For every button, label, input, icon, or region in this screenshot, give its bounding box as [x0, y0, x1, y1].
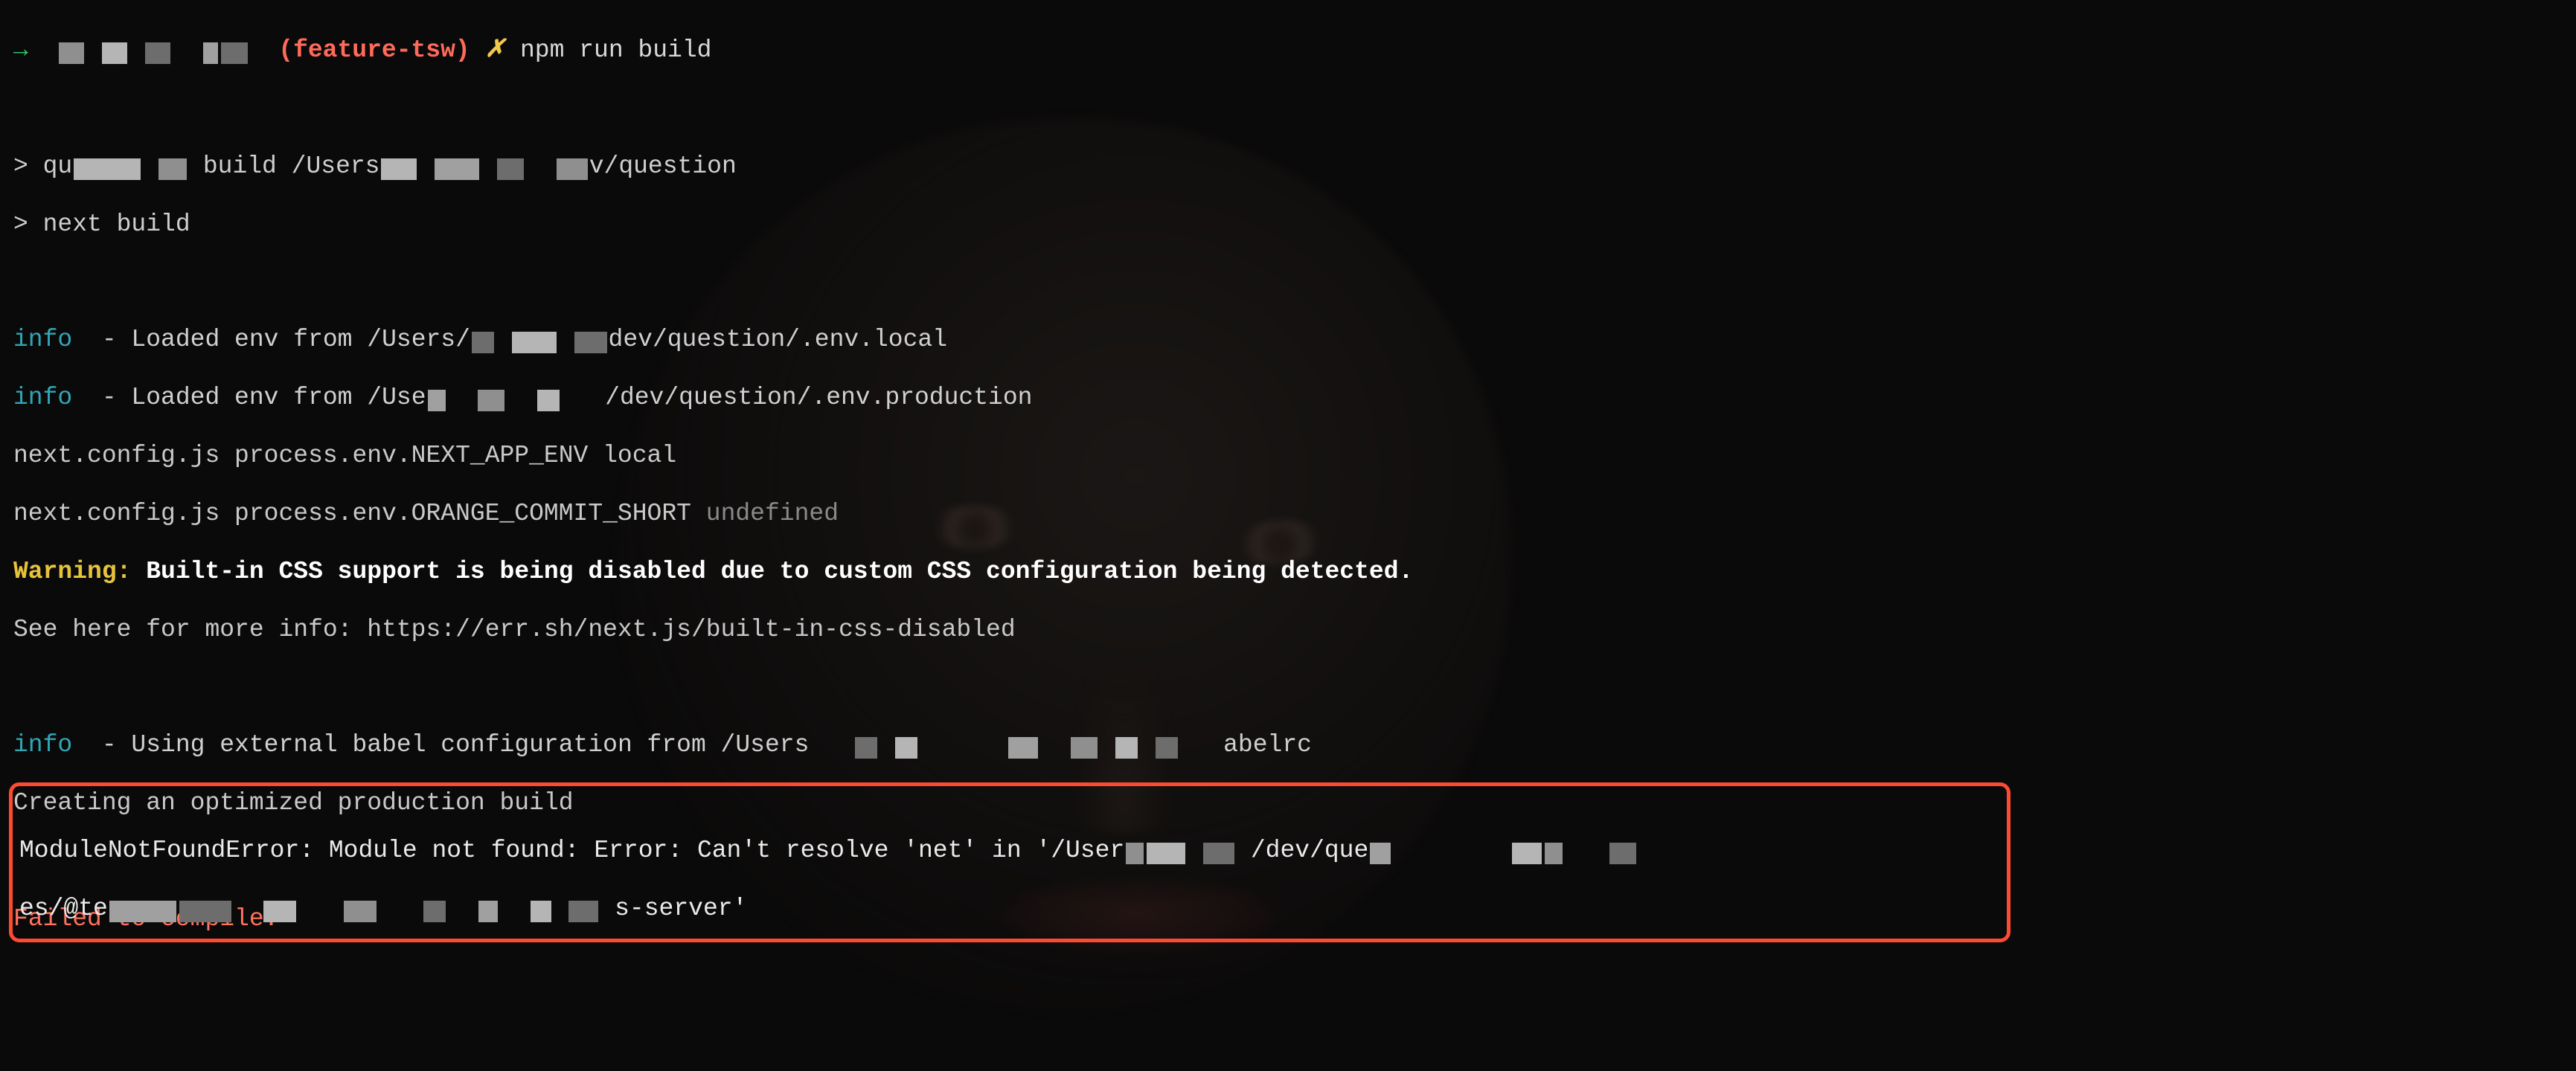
error-text: ModuleNotFoundError: Module not found: E… [19, 808, 2549, 953]
npm-script-line-1: > qu build /Users v/question [13, 152, 2563, 181]
git-branch: (feature-tsw) [278, 36, 470, 64]
info-env-production: info - Loaded env from /Use /dev/questio… [13, 384, 2563, 413]
info-env-local: info - Loaded env from /Users/ dev/quest… [13, 326, 2563, 355]
see-here-line: See here for more info: https://err.sh/n… [13, 616, 2563, 645]
info-babel: info - Using external babel configuratio… [13, 731, 2563, 760]
prompt-arrow-icon: → [13, 36, 28, 64]
config-app-env: next.config.js process.env.NEXT_APP_ENV … [13, 442, 2563, 471]
prompt-symbol: ✗ [485, 36, 506, 64]
warning-line: Warning: Built-in CSS support is being d… [13, 558, 2563, 587]
prompt-line: → (feature-tsw) ✗ npm run build [13, 36, 2563, 65]
config-commit-short: next.config.js process.env.ORANGE_COMMIT… [13, 500, 2563, 529]
npm-script-line-2: > next build [13, 210, 2563, 239]
command-text: npm run build [520, 36, 711, 64]
